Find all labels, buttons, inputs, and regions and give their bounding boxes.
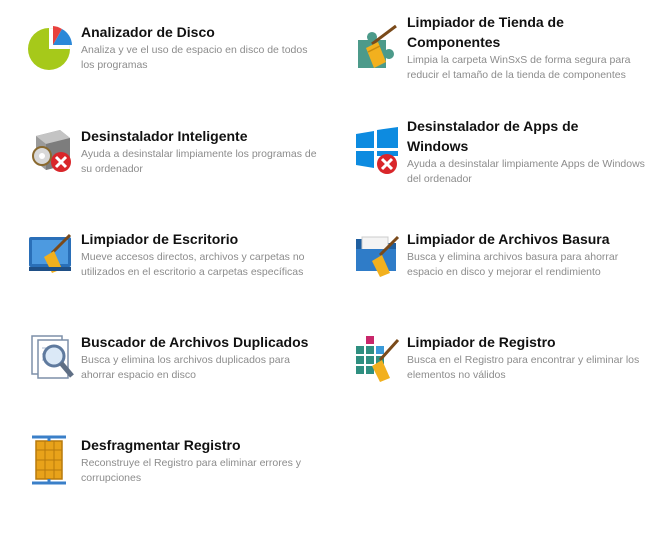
tool-component-store-cleaner[interactable]: Limpiador de Tienda de Componentes Limpi… (352, 12, 652, 83)
tool-title: Limpiador de Tienda de Componentes (407, 14, 564, 50)
tool-windows-apps-uninstaller[interactable]: Desinstalador de Apps de Windows Ayuda a… (352, 116, 662, 187)
registry-broom-icon (352, 332, 402, 382)
tool-title: Limpiador de Archivos Basura (407, 231, 610, 247)
registry-compress-icon (26, 435, 76, 485)
tool-description: Ayuda a desinstalar limpiamente Apps de … (407, 158, 645, 185)
tool-registry-defrag[interactable]: Desfragmentar Registro Reconstruye el Re… (26, 435, 326, 486)
tool-desktop-cleaner[interactable]: Limpiador de Escritorio Mueve accesos di… (26, 229, 326, 280)
tool-junk-files-cleaner[interactable]: Limpiador de Archivos Basura Busca y eli… (352, 229, 652, 280)
magnifier-document-icon (26, 332, 76, 382)
uninstall-box-icon (26, 126, 76, 176)
tool-disk-analyzer[interactable]: Analizador de Disco Analiza y ve el uso … (26, 22, 326, 73)
tool-title: Limpiador de Escritorio (81, 231, 239, 247)
tool-description: Limpia la carpeta WinSxS de forma segura… (407, 54, 631, 81)
tool-duplicate-files-finder[interactable]: Buscador de Archivos Duplicados Busca y … (26, 332, 326, 383)
tool-description: Mueve accesos directos, archivos y carpe… (81, 251, 305, 278)
tool-registry-cleaner[interactable]: Limpiador de Registro Busca en el Regist… (352, 332, 652, 383)
desktop-broom-icon (26, 229, 76, 279)
windows-logo-icon (352, 126, 402, 176)
tool-description: Busca y elimina los archivos duplicados … (81, 354, 290, 381)
tool-description: Busca en el Registro para encontrar y el… (407, 354, 640, 381)
tool-description: Analiza y ve el uso de espacio en disco … (81, 44, 308, 71)
tool-title: Analizador de Disco (81, 24, 215, 40)
tool-title: Buscador de Archivos Duplicados (81, 334, 309, 350)
puzzle-broom-icon (352, 22, 402, 72)
tool-description: Ayuda a desinstalar limpiamente los prog… (81, 148, 317, 175)
tool-title: Desinstalador Inteligente (81, 128, 248, 144)
tool-title: Desinstalador de Apps de Windows (407, 118, 579, 154)
pie-chart-icon (26, 22, 76, 72)
tool-description: Busca y elimina archivos basura para aho… (407, 251, 619, 278)
folder-broom-icon (352, 229, 402, 279)
tool-smart-uninstaller[interactable]: Desinstalador Inteligente Ayuda a desins… (26, 126, 326, 177)
tool-description: Reconstruye el Registro para eliminar er… (81, 457, 302, 484)
tool-title: Limpiador de Registro (407, 334, 556, 350)
tool-title: Desfragmentar Registro (81, 437, 241, 453)
